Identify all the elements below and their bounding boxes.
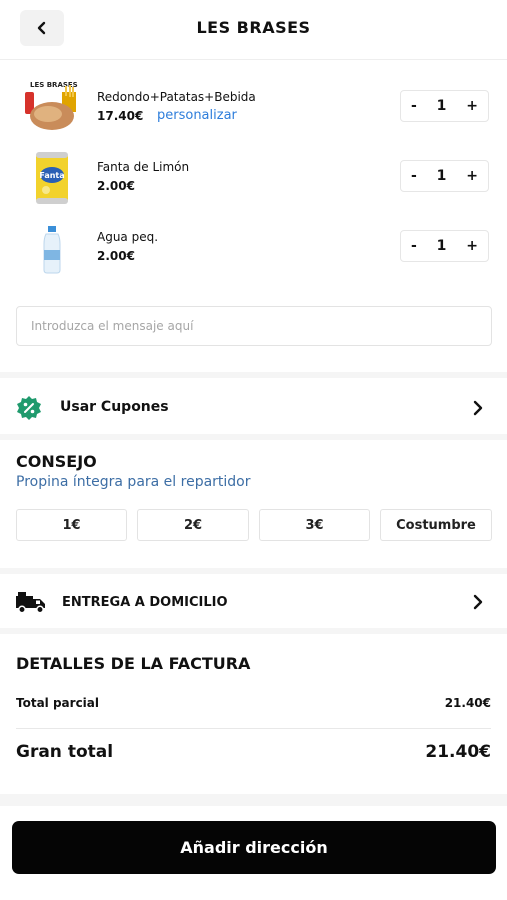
item-image	[22, 218, 82, 278]
delivery-label: ENTREGA A DOMICILIO	[62, 595, 228, 610]
section-divider	[0, 434, 507, 440]
coupons-label: Usar Cupones	[60, 399, 169, 415]
item-name: Redondo+Patatas+Bebida	[97, 90, 256, 104]
grand-total-value: 21.40€	[425, 742, 491, 762]
tip-subtitle: Propina íntegra para el repartidor	[16, 474, 251, 490]
message-input[interactable]	[16, 306, 492, 346]
subtotal-row: Total parcial 21.40€	[16, 696, 491, 710]
delivery-truck-icon	[16, 592, 45, 614]
app-header: LES BRASES	[0, 0, 507, 60]
decrement-button[interactable]: -	[411, 168, 417, 184]
quantity-value: 1	[436, 238, 447, 254]
tip-option-1[interactable]: 1€	[16, 509, 127, 541]
item-image-brand-text: Fanta	[39, 171, 64, 180]
increment-button[interactable]: +	[466, 98, 478, 114]
add-address-button[interactable]: Añadir dirección	[12, 821, 496, 874]
cart-item: Agua peq. 2.00€ - 1 +	[0, 218, 507, 278]
cart-item: Fanta Fanta de Limón 2.00€ - 1 +	[0, 148, 507, 208]
tip-option-custom[interactable]: Costumbre	[380, 509, 492, 541]
section-divider	[0, 372, 507, 378]
customize-link[interactable]: personalizar	[157, 108, 237, 123]
subtotal-value: 21.40€	[444, 696, 491, 710]
item-price: 2.00€	[97, 249, 135, 263]
cart-item: LES BRASES Redondo+Patatas+Bebida 17.40€…	[0, 78, 507, 138]
quantity-stepper: - 1 +	[400, 90, 489, 122]
tip-title: CONSEJO	[16, 452, 97, 471]
item-price: 2.00€	[97, 179, 135, 193]
quantity-stepper: - 1 +	[400, 230, 489, 262]
tip-option-3[interactable]: 3€	[259, 509, 370, 541]
item-name: Agua peq.	[97, 230, 159, 244]
subtotal-label: Total parcial	[16, 696, 100, 710]
coupon-badge-icon	[17, 396, 41, 420]
grand-total-row: Gran total 21.40€	[16, 742, 491, 762]
chevron-right-icon	[473, 400, 483, 416]
chevron-right-icon	[473, 594, 483, 610]
section-divider	[0, 628, 507, 634]
grand-total-label: Gran total	[16, 742, 114, 762]
tip-option-2[interactable]: 2€	[137, 509, 249, 541]
quantity-value: 1	[436, 168, 447, 184]
item-image: LES BRASES	[22, 78, 82, 138]
delivery-row[interactable]: ENTREGA A DOMICILIO	[0, 576, 507, 628]
coupons-row[interactable]: Usar Cupones	[0, 382, 507, 434]
bill-separator	[16, 728, 491, 729]
quantity-stepper: - 1 +	[400, 160, 489, 192]
decrement-button[interactable]: -	[411, 238, 417, 254]
increment-button[interactable]: +	[466, 238, 478, 254]
section-divider	[0, 568, 507, 574]
item-name: Fanta de Limón	[97, 160, 190, 174]
quantity-value: 1	[436, 98, 447, 114]
increment-button[interactable]: +	[466, 168, 478, 184]
section-divider	[0, 794, 507, 806]
page-title: LES BRASES	[196, 18, 311, 37]
decrement-button[interactable]: -	[411, 98, 417, 114]
item-price: 17.40€	[97, 109, 144, 123]
bill-title: DETALLES DE LA FACTURA	[16, 654, 251, 673]
item-image: Fanta	[22, 148, 82, 208]
